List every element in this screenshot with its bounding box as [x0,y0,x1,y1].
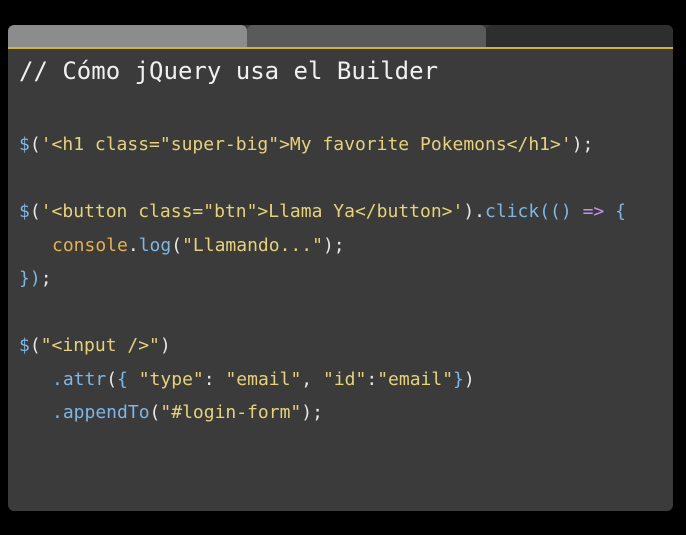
string-literal: '<button class="btn">Llama Ya</button>' [40,201,464,222]
brace-open: { [604,201,626,222]
tab-accent-line [8,47,673,49]
paren-close: ); [322,235,345,256]
string-literal: "<input />" [40,335,160,356]
comma: , [301,369,323,390]
method-click: click [485,201,540,222]
tab-bar [8,25,673,48]
method-attr: .attr [52,369,107,390]
paren-close-2: ) [560,201,583,222]
string-literal: "#login-form" [160,402,302,423]
code-line-1: $('<h1 class="super-big">My favorite Pok… [19,133,593,157]
code-block: // Cómo jQuery usa el Builder $('<h1 cla… [19,57,626,423]
tab-1[interactable] [8,25,247,47]
string-literal: "Llamando..." [182,235,323,256]
brace-close: } [453,369,464,390]
tab-2[interactable] [247,25,486,47]
method-appendto: .appendTo [52,402,150,423]
code-line-2: $('<button class="btn">Llama Ya</button>… [19,200,626,224]
brace-close: }) [19,268,41,289]
paren-open: ( [171,235,183,256]
code-line-7: .appendTo("#login-form"); [52,401,323,425]
semicolon: ; [40,268,52,289]
jquery-dollar: $ [19,201,30,222]
code-line-4: }); [19,267,52,291]
paren-open: ( [29,134,41,155]
value-email: "email" [225,369,302,390]
code-line-5: $("<input />") [19,334,171,358]
jquery-dollar: $ [19,134,30,155]
key-type: "type" [138,369,204,390]
arrow-operator: => [582,201,605,222]
paren-close: ) [463,369,475,390]
console-object: console [52,235,128,256]
paren-open: ( [29,201,41,222]
dot: . [127,235,139,256]
paren-close: ) [159,335,171,356]
tab-bar-empty-area [486,25,673,47]
jquery-dollar: $ [19,335,30,356]
code-line-3: console.log("Llamando..."); [52,234,345,258]
colon: : [366,369,378,390]
paren-open: ( [29,335,41,356]
paren-close-dot: ). [463,201,486,222]
paren-open: ( [149,402,161,423]
code-comment: // Cómo jQuery usa el Builder [19,57,439,85]
code-line-6: .attr({ "type": "email", "id":"email"}) [52,368,475,392]
paren-open: ( [106,369,118,390]
value-email-id: "email" [377,369,454,390]
paren-open-2: (( [539,201,561,222]
key-id: "id" [322,369,367,390]
paren-close: ); [571,134,594,155]
brace-open: { [117,369,139,390]
paren-close: ); [301,402,323,423]
colon: : [203,369,226,390]
method-log: log [138,235,172,256]
code-slide-window: // Cómo jQuery usa el Builder $('<h1 cla… [8,25,673,511]
string-literal: '<h1 class="super-big">My favorite Pokem… [40,134,572,155]
